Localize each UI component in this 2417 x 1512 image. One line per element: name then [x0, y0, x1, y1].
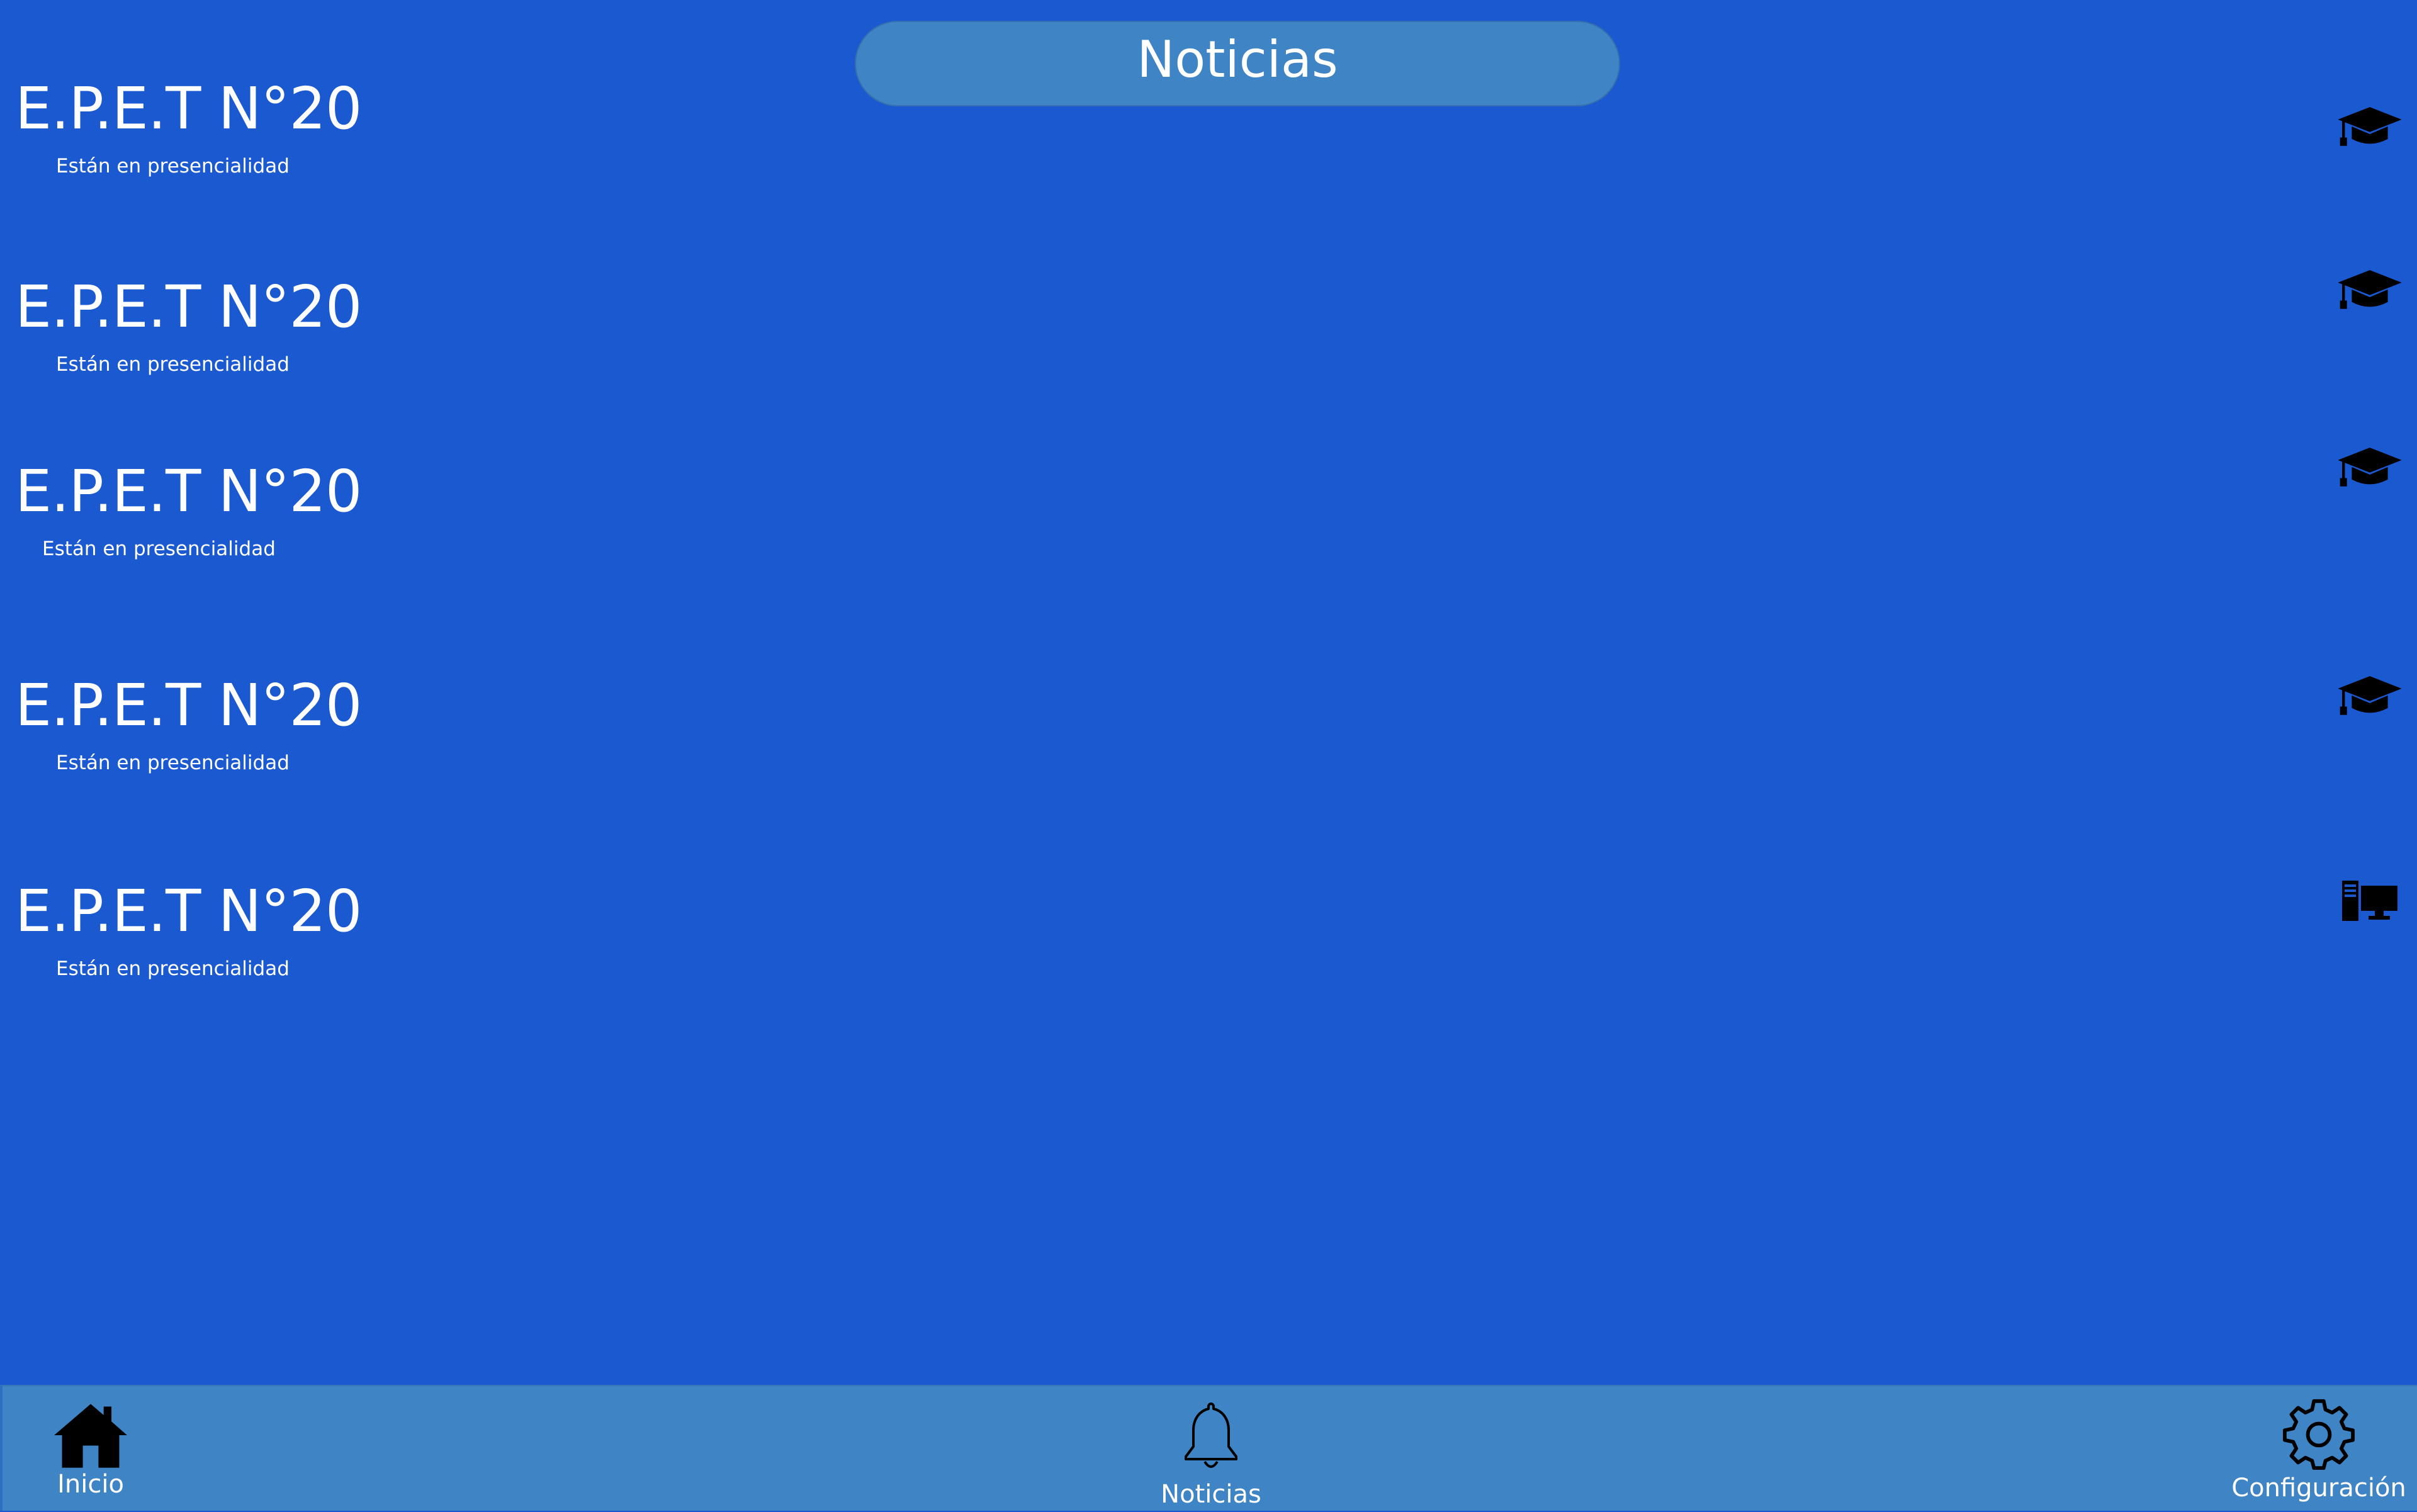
bell-icon	[1185, 1402, 1237, 1468]
nav-config-label: Configuración	[2231, 1474, 2406, 1503]
news-item-title: E.P.E.T N°20	[15, 877, 362, 945]
news-item-subtitle: Están en presencialidad	[42, 538, 276, 560]
news-item-subtitle: Están en presencialidad	[56, 957, 290, 980]
news-item-subtitle: Están en presencialidad	[56, 353, 290, 376]
news-item-title: E.P.E.T N°20	[15, 458, 362, 525]
nav-home-label: Inicio	[57, 1470, 124, 1499]
graduation-cap-icon	[2335, 265, 2404, 315]
gear-icon	[2282, 1399, 2355, 1470]
desktop-computer-icon	[2335, 874, 2404, 925]
graduation-cap-icon	[2335, 102, 2404, 152]
news-item[interactable]: E.P.E.T N°20 Están en presencialidad	[0, 671, 2417, 822]
news-item[interactable]: E.P.E.T N°20 Están en presencialidad	[0, 877, 2417, 1028]
news-item-subtitle: Están en presencialidad	[56, 752, 290, 774]
news-item[interactable]: E.P.E.T N°20 Están en presencialidad	[0, 448, 2417, 608]
nav-config-button[interactable]: Configuración	[2218, 1386, 2417, 1512]
news-item[interactable]: E.P.E.T N°20 Están en presencialidad	[0, 270, 2417, 424]
news-item[interactable]: E.P.E.T N°20 Están en presencialidad	[0, 74, 2417, 225]
graduation-cap-icon	[2335, 671, 2404, 721]
news-item-title: E.P.E.T N°20	[15, 672, 362, 739]
nav-home-button[interactable]: Inicio	[47, 1386, 135, 1512]
graduation-cap-icon	[2335, 443, 2404, 493]
home-icon	[54, 1404, 127, 1468]
bottom-navigation: Inicio Noticias Configuración	[0, 1385, 2417, 1511]
nav-news-label: Noticias	[1161, 1480, 1261, 1509]
news-screen: Noticias E.P.E.T N°20 Están en presencia…	[0, 0, 2417, 1511]
news-item-title: E.P.E.T N°20	[15, 273, 362, 341]
news-item-title: E.P.E.T N°20	[15, 75, 362, 142]
news-item-subtitle: Están en presencialidad	[56, 155, 290, 178]
nav-news-button[interactable]: Noticias	[1148, 1386, 1274, 1512]
